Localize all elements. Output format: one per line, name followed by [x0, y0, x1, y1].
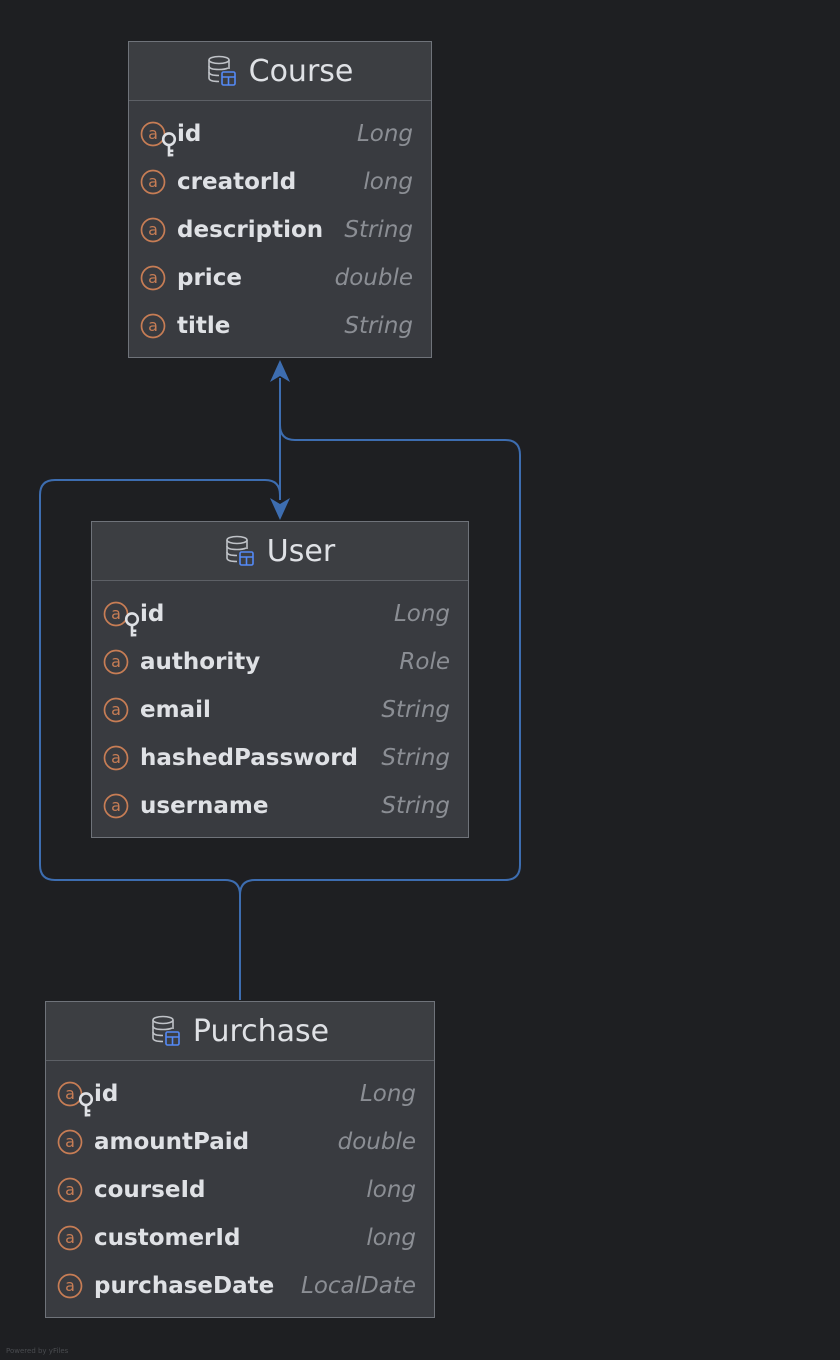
attribute-icon: a: [103, 649, 129, 675]
database-table-icon: [207, 55, 236, 86]
field-row[interactable]: a id Long: [129, 110, 431, 158]
attribute-icon: a: [103, 745, 129, 771]
field-name: purchaseDate: [94, 1273, 275, 1299]
field-row[interactable]: a username String: [92, 782, 468, 830]
field-type: String: [344, 313, 413, 339]
field-name: creatorId: [177, 169, 297, 195]
key-icon: [78, 1092, 94, 1117]
svg-text:a: a: [148, 172, 158, 191]
entity-title: Purchase: [192, 1013, 330, 1049]
entity-title: User: [266, 533, 336, 569]
field-name: customerId: [94, 1225, 241, 1251]
field-name: id: [177, 121, 202, 147]
svg-text:a: a: [111, 700, 121, 719]
key-icon: [124, 612, 140, 637]
field-name: id: [140, 601, 165, 627]
svg-text:a: a: [148, 220, 158, 239]
field-type: long: [366, 1225, 416, 1251]
svg-text:a: a: [111, 796, 121, 815]
field-row[interactable]: a courseId long: [46, 1166, 434, 1214]
entity-header: Purchase: [46, 1002, 434, 1061]
field-type: long: [366, 1177, 416, 1203]
attribute-icon: a: [140, 217, 166, 243]
field-row[interactable]: a customerId long: [46, 1214, 434, 1262]
attribute-icon: a: [140, 313, 166, 339]
field-name: email: [140, 697, 211, 723]
field-list: a id Long a amountPaid double a courseId…: [46, 1061, 434, 1310]
svg-text:a: a: [65, 1132, 75, 1151]
svg-text:a: a: [148, 316, 158, 335]
diagram-canvas: Course a id Long a creatorId long a desc…: [0, 0, 840, 1360]
field-row[interactable]: a description String: [129, 206, 431, 254]
field-type: Long: [393, 601, 450, 627]
field-type: Role: [399, 649, 450, 675]
field-type: Long: [359, 1081, 416, 1107]
field-row[interactable]: a price double: [129, 254, 431, 302]
attribute-icon: a: [57, 1177, 83, 1203]
attribute-icon: a: [57, 1129, 83, 1155]
field-type: double: [334, 265, 413, 291]
field-name: description: [177, 217, 324, 243]
field-row[interactable]: a hashedPassword String: [92, 734, 468, 782]
field-list: a id Long a authority Role a email Strin…: [92, 581, 468, 830]
attribute-icon: a: [140, 265, 166, 291]
field-row[interactable]: a creatorId long: [129, 158, 431, 206]
arrowhead-user: [270, 498, 290, 520]
field-row[interactable]: a amountPaid double: [46, 1118, 434, 1166]
attribute-icon: a: [140, 169, 166, 195]
svg-text:a: a: [111, 748, 121, 767]
field-name: price: [177, 265, 242, 291]
field-type: String: [344, 217, 413, 243]
field-name: authority: [140, 649, 261, 675]
field-row[interactable]: a email String: [92, 686, 468, 734]
field-name: id: [94, 1081, 119, 1107]
entity-purchase[interactable]: Purchase a id Long a amountPaid double a…: [45, 1001, 435, 1318]
field-row[interactable]: a title String: [129, 302, 431, 350]
key-icon: [161, 132, 177, 157]
field-name: title: [177, 313, 231, 339]
svg-text:a: a: [111, 652, 121, 671]
field-row[interactable]: a id Long: [46, 1070, 434, 1118]
entity-course[interactable]: Course a id Long a creatorId long a desc…: [128, 41, 432, 358]
field-type: Long: [356, 121, 413, 147]
database-table-icon: [152, 1015, 180, 1046]
field-name: amountPaid: [94, 1129, 250, 1155]
field-type: LocalDate: [301, 1273, 416, 1299]
svg-text:a: a: [65, 1180, 75, 1199]
svg-text:a: a: [65, 1276, 75, 1295]
field-type: double: [337, 1129, 416, 1155]
svg-text:a: a: [65, 1228, 75, 1247]
field-type: long: [363, 169, 413, 195]
field-row[interactable]: a authority Role: [92, 638, 468, 686]
field-type: String: [381, 793, 450, 819]
entity-user[interactable]: User a id Long a authority Role a email …: [91, 521, 469, 838]
attribute-icon: a: [57, 1273, 83, 1299]
entity-header: User: [92, 522, 468, 581]
field-name: hashedPassword: [140, 745, 359, 771]
attribute-icon: a: [103, 793, 129, 819]
database-table-icon: [225, 535, 254, 566]
attribute-icon: a: [103, 697, 129, 723]
entity-title: Course: [248, 53, 354, 89]
field-row[interactable]: a purchaseDate LocalDate: [46, 1262, 434, 1310]
field-name: courseId: [94, 1177, 206, 1203]
field-type: String: [381, 697, 450, 723]
footer-note: Powered by yFiles: [6, 1347, 69, 1355]
field-name: username: [140, 793, 269, 819]
field-list: a id Long a creatorId long a description…: [129, 101, 431, 350]
field-type: String: [381, 745, 450, 771]
attribute-icon: a: [57, 1225, 83, 1251]
svg-text:a: a: [148, 268, 158, 287]
entity-header: Course: [129, 42, 431, 101]
field-row[interactable]: a id Long: [92, 590, 468, 638]
